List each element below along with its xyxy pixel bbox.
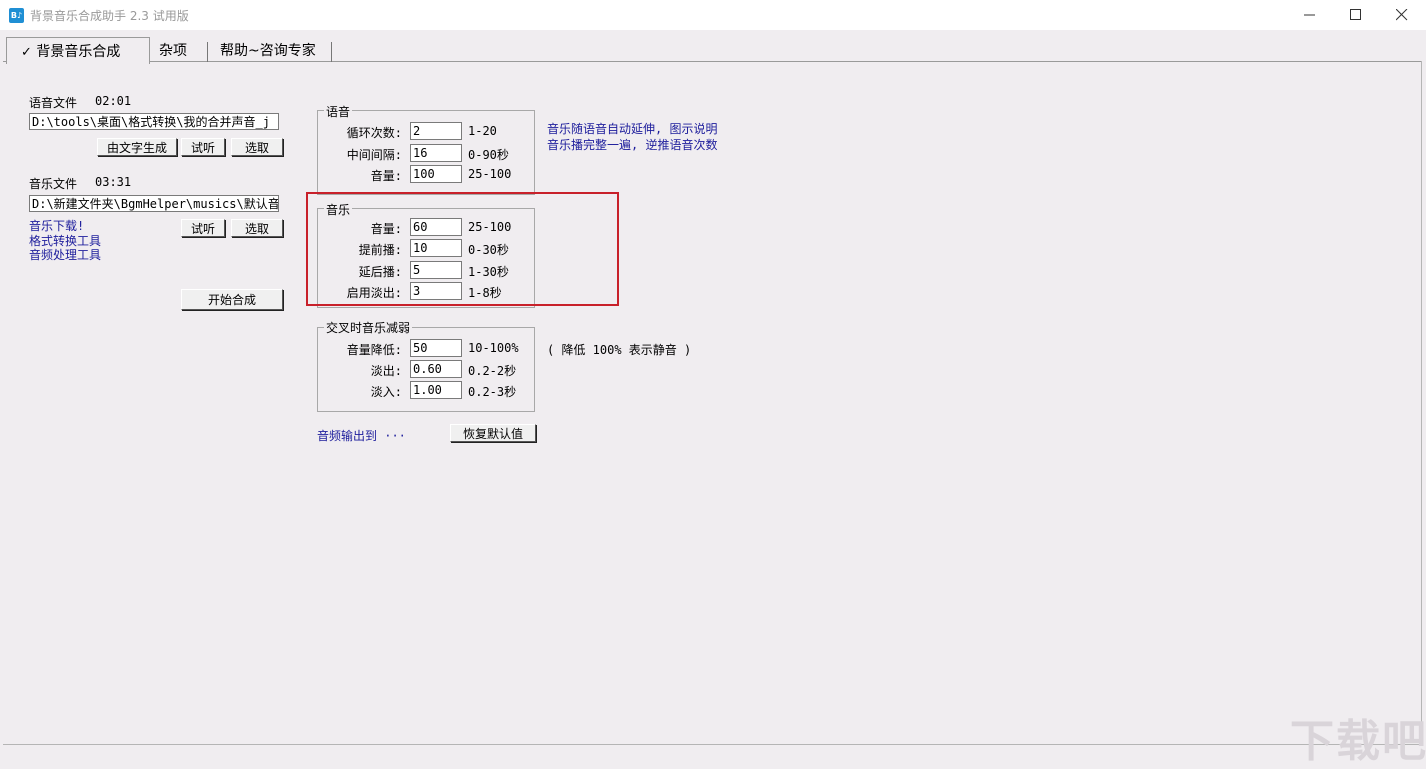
maximize-button[interactable] [1333,0,1379,30]
voice-note-line-1[interactable]: 音乐随语音自动延伸, 图示说明 [547,120,717,137]
tab-bgm-compose-label: 背景音乐合成 [36,44,121,60]
music-listen-button[interactable]: 试听 [181,219,225,237]
panel-border [1421,61,1422,745]
voice-volume-label: 音量: [370,169,402,183]
volume-reduce-input[interactable]: 50 [410,339,462,357]
highlight-annotation-box [306,192,619,306]
voice-file-label: 语音文件 [29,96,78,110]
music-select-button[interactable]: 选取 [231,219,283,237]
volume-reduce-label: 音量降低: [346,343,402,357]
cross-fade-group-title: 交叉时音乐减弱 [324,319,413,336]
maximize-icon [1350,9,1361,20]
tab-separator [331,42,332,62]
voice-select-button[interactable]: 选取 [231,138,283,156]
tab-bgm-compose[interactable]: ✓ 背景音乐合成 [6,37,150,64]
interval-label: 中间间隔: [346,148,402,162]
music-path-input[interactable]: D:\新建文件夹\BgmHelper\musics\默认音 [29,195,279,212]
music-file-label: 音乐文件 [29,177,78,191]
window-title: 背景音乐合成助手 2.3 试用版 [30,9,189,23]
cross-fade-in-label: 淡入: [370,385,402,399]
tab-separator [207,42,208,62]
tab-misc[interactable]: 杂项 [159,41,187,61]
loop-count-range: 1-20 [468,124,497,138]
tab-strip-border [3,61,1422,62]
interval-input[interactable]: 16 [410,144,462,162]
text-generate-button[interactable]: 由文字生成 [97,138,177,156]
silence-note: ( 降低 100% 表示静音 ) [547,343,692,357]
cross-fade-out-label: 淡出: [370,364,402,378]
loop-count-label: 循环次数: [346,126,402,140]
interval-range: 0-90秒 [468,148,509,162]
cross-fade-out-input[interactable]: 0.60 [410,360,462,378]
voice-duration: 02:01 [95,94,132,108]
voice-group-title: 语音 [324,103,353,120]
title-bar [0,0,1426,30]
tab-label: ✓ 背景音乐合成 [21,41,120,61]
volume-reduce-range: 10-100% [468,341,519,355]
voice-path-input[interactable]: D:\tools\桌面\格式转换\我的合并声音_j [29,113,279,130]
audio-process-link[interactable]: 音频处理工具 [29,246,101,263]
close-icon [1396,9,1408,21]
audio-output-link[interactable]: 音频输出到 ··· [317,427,406,444]
minimize-button[interactable] [1287,0,1333,30]
restore-defaults-button[interactable]: 恢复默认值 [450,424,536,442]
cross-fade-out-range: 0.2-2秒 [468,364,517,378]
app-icon: B♪ [9,8,24,23]
voice-listen-button[interactable]: 试听 [181,138,225,156]
close-button[interactable] [1379,0,1425,30]
start-compose-button[interactable]: 开始合成 [181,289,283,310]
tab-help[interactable]: 帮助~咨询专家 [220,41,316,61]
cross-fade-in-input[interactable]: 1.00 [410,381,462,399]
panel-border [3,744,1422,745]
watermark: 下载吧 [1290,716,1426,767]
check-icon: ✓ [21,45,32,60]
voice-volume-input[interactable]: 100 [410,165,462,183]
loop-count-input[interactable]: 2 [410,122,462,140]
cross-fade-in-range: 0.2-3秒 [468,385,517,399]
music-duration: 03:31 [95,175,132,189]
minimize-icon [1304,14,1315,16]
voice-volume-range: 25-100 [468,167,512,181]
voice-note-line-2[interactable]: 音乐播完整一遍, 逆推语音次数 [547,136,717,153]
